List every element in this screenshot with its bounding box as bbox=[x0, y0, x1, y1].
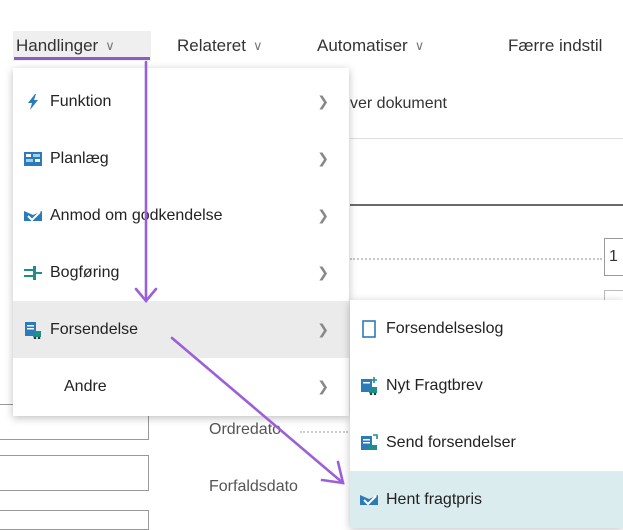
left-input-field[interactable] bbox=[0, 510, 149, 530]
send-shipments-icon bbox=[358, 433, 380, 452]
menu-item-bogfoering[interactable]: Bogføring ❯ bbox=[13, 244, 349, 301]
menu-item-forsendelse[interactable]: Forsendelse ❯ bbox=[13, 301, 349, 358]
post-icon bbox=[22, 265, 44, 280]
submenu-item-label: Send forsendelser bbox=[386, 433, 516, 451]
plan-icon bbox=[22, 151, 44, 167]
chevron-down-icon: ∨ bbox=[105, 38, 115, 53]
submenu-item-hent-fragtpris[interactable]: Hent fragtpris bbox=[350, 471, 623, 528]
lightning-icon bbox=[22, 93, 44, 110]
tab-automatiser[interactable]: Automatiser ∨ bbox=[317, 33, 424, 59]
menu-item-anmod-om-godkendelse[interactable]: Anmod om godkendelse ❯ bbox=[13, 187, 349, 244]
shipment-icon bbox=[22, 321, 44, 339]
chevron-right-icon: ❯ bbox=[317, 378, 329, 394]
chevron-down-icon: ∨ bbox=[414, 38, 425, 53]
tab-faerre-label: Færre indstil bbox=[508, 36, 603, 55]
menu-item-label: Anmod om godkendelse bbox=[50, 206, 223, 224]
document-outline-icon bbox=[358, 319, 380, 338]
chevron-right-icon: ❯ bbox=[317, 207, 329, 223]
chevron-right-icon: ❯ bbox=[317, 264, 329, 280]
submenu-item-nyt-fragtbrev[interactable]: Nyt Fragtbrev bbox=[350, 357, 623, 414]
menu-item-andre[interactable]: Andre ❯ bbox=[13, 358, 349, 415]
chevron-right-icon: ❯ bbox=[317, 150, 329, 166]
get-rate-icon bbox=[358, 492, 380, 508]
submenu-item-label: Hent fragtpris bbox=[386, 490, 483, 508]
active-tab-underline bbox=[14, 57, 150, 60]
chevron-right-icon: ❯ bbox=[317, 93, 329, 109]
section-divider bbox=[350, 204, 623, 206]
field-input-partial[interactable]: 1 bbox=[604, 238, 623, 276]
submenu-item-send-forsendelser[interactable]: Send forsendelser bbox=[350, 414, 623, 471]
field-label-forfaldsdato: Forfaldsdato bbox=[209, 478, 298, 495]
submenu-item-forsendelseslog[interactable]: Forsendelseslog bbox=[350, 300, 623, 357]
submenu-item-label: Nyt Fragtbrev bbox=[386, 376, 483, 394]
actions-dropdown-menu: Funktion ❯ Planlæg ❯ Anmod om godkendels… bbox=[13, 68, 349, 416]
field-leader-dots bbox=[350, 258, 602, 260]
menu-item-label: Funktion bbox=[50, 92, 112, 110]
chevron-down-icon: ∨ bbox=[252, 38, 263, 53]
divider bbox=[350, 138, 623, 139]
tab-relateret[interactable]: Relateret ∨ bbox=[177, 33, 263, 59]
menu-item-label: Andre bbox=[64, 377, 107, 395]
chevron-right-icon: ❯ bbox=[317, 321, 329, 337]
tab-faerre-indstillinger[interactable]: Færre indstil bbox=[508, 33, 602, 59]
menu-item-label: Planlæg bbox=[50, 149, 109, 167]
field-value: 1 bbox=[609, 248, 618, 265]
new-waybill-icon bbox=[358, 376, 380, 395]
menu-item-label: Bogføring bbox=[50, 263, 120, 281]
field-label-ordredato: Ordredato bbox=[209, 421, 282, 438]
menu-item-label: Forsendelse bbox=[50, 320, 139, 338]
field-leader-dots bbox=[300, 431, 348, 433]
left-input-field[interactable] bbox=[0, 455, 149, 491]
submenu-item-label: Forsendelseslog bbox=[386, 319, 504, 337]
forsendelse-submenu: Forsendelseslog Nyt Fragtbrev Send forse… bbox=[350, 300, 623, 528]
menu-item-planlaeg[interactable]: Planlæg ❯ bbox=[13, 130, 349, 187]
document-button-text[interactable]: ver dokument bbox=[350, 95, 447, 113]
menu-item-funktion[interactable]: Funktion ❯ bbox=[13, 73, 349, 130]
tab-automatiser-label: Automatiser bbox=[317, 36, 408, 55]
tab-relateret-label: Relateret bbox=[177, 36, 246, 55]
approval-icon bbox=[22, 208, 44, 224]
tab-handlinger-label: Handlinger bbox=[16, 36, 99, 55]
arrow-diagonal-head bbox=[320, 460, 345, 485]
